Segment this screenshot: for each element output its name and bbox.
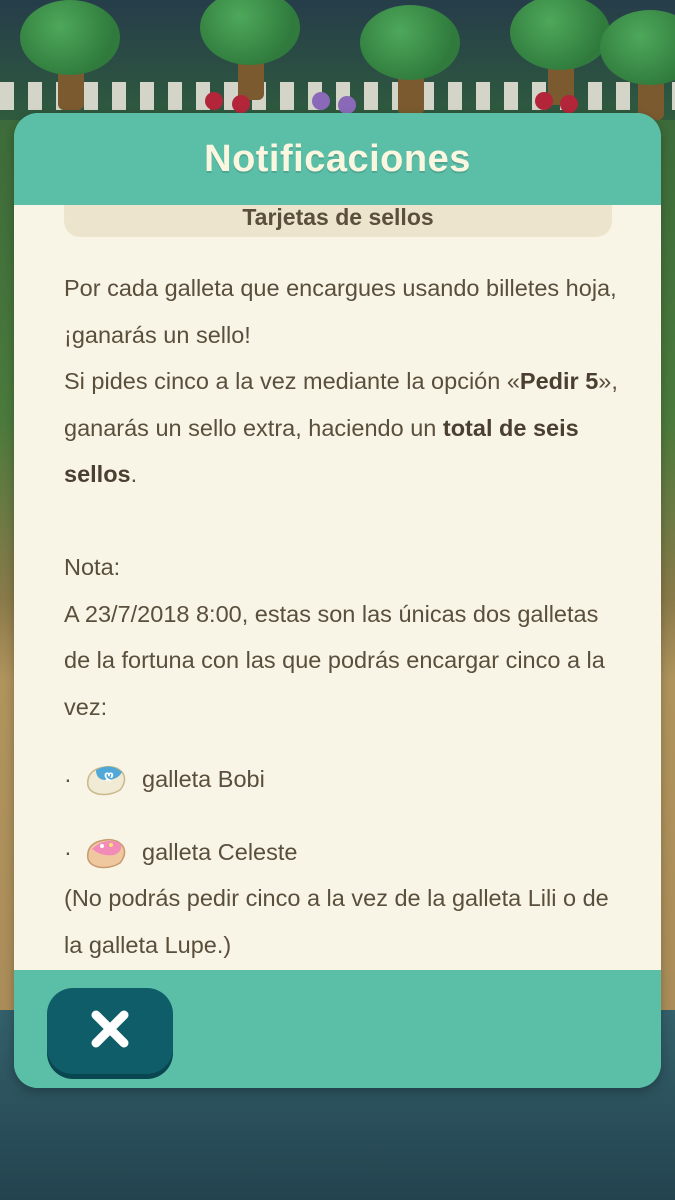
dialog-header: Notificaciones <box>14 113 661 205</box>
close-x-icon <box>88 1007 132 1056</box>
pink-fortune-cookie-icon <box>84 833 128 871</box>
close-button[interactable] <box>47 988 173 1074</box>
pedir-5-label: Pedir 5 <box>519 368 599 394</box>
list-item: · ღ galleta Bobi <box>64 756 624 803</box>
section-title: Tarjetas de sellos <box>242 205 434 230</box>
background-flower <box>338 96 356 114</box>
svg-text:ღ: ღ <box>104 768 114 782</box>
background-flower <box>205 92 223 110</box>
bonus-text: Si pides cinco a la vez mediante la opci… <box>64 358 624 498</box>
background-flower <box>560 95 578 113</box>
notification-dialog: Notificaciones Tarjetas de sellos Por ca… <box>14 113 661 1088</box>
background-flower <box>535 92 553 110</box>
bonus-text-part: Si pides cinco a la vez mediante la opci… <box>64 368 520 394</box>
dialog-title: Notificaciones <box>204 137 471 180</box>
notification-content: Por cada galleta que encargues usando bi… <box>64 265 624 968</box>
intro-text: Por cada galleta que encargues usando bi… <box>64 275 617 348</box>
bullet-dot: · <box>64 766 72 792</box>
dialog-footer <box>14 970 661 1088</box>
footnote-text: (No podrás pedir cinco a la vez de la ga… <box>64 885 609 958</box>
dialog-body[interactable]: Tarjetas de sellos Por cada galleta que … <box>14 205 661 970</box>
cookie-label: galleta Celeste <box>142 838 298 865</box>
cookie-label: galleta Bobi <box>142 766 265 792</box>
background-flower <box>312 92 330 110</box>
list-item: · galleta Celeste <box>64 829 624 876</box>
bonus-text-part: . <box>130 461 138 487</box>
note-label: Nota: <box>64 554 121 580</box>
section-header: Tarjetas de sellos <box>64 205 612 237</box>
background-flower <box>232 95 250 113</box>
blue-fortune-cookie-icon: ღ <box>84 760 128 798</box>
bullet-dot: · <box>64 838 72 865</box>
note-text: A 23/7/2018 8:00, estas son las únicas d… <box>64 600 605 720</box>
